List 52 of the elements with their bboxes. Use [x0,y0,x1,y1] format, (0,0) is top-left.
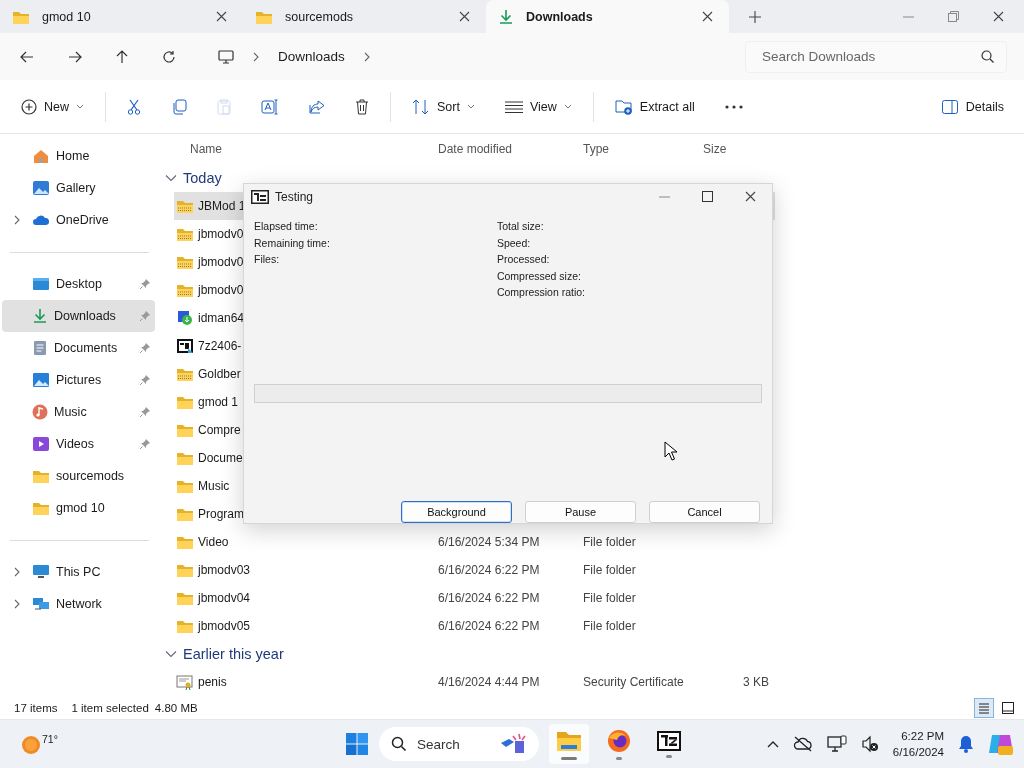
file-name: gmod 1 [198,395,239,409]
sidebar-label: Gallery [56,181,96,195]
sidebar-label: gmod 10 [56,501,105,515]
sidebar-label: Downloads [54,309,116,323]
sidebar-label: sourcemods [56,469,125,483]
file-name: jbmodv0 [198,255,244,269]
selection-size: 4.80 MB [154,702,198,714]
sidebar-label: OneDrive [56,213,109,227]
file-name: penis [198,675,227,689]
sidebar-label: This PC [56,565,101,579]
type-cell: File folder [583,563,636,577]
file-name: idman64 [198,311,245,325]
sidebar-label: Music [54,405,87,419]
field-label: Compression ratio: [496,286,585,299]
sidebar-label: Desktop [56,277,102,291]
file-name: 7z2406- [198,339,242,353]
file-name: jbmodv0 [198,227,244,241]
date-cell: 6/16/2024 6:22 PM [438,563,540,577]
type-cell: File folder [583,591,636,605]
size-cell: 3 KB [743,675,769,689]
type-cell: File folder [583,535,636,549]
file-name: Docume [198,451,243,465]
type-cell: File folder [583,619,636,633]
file-name: Music [198,479,230,493]
sidebar-label: Pictures [56,373,102,387]
file-name: Video [198,535,229,549]
field-label: Elapsed time: [254,220,319,233]
file-name: Program [198,507,244,521]
field-label: Remaining time: [254,236,330,249]
file-name: jbmodv03 [198,563,251,577]
file-name: jbmodv0 [198,283,244,297]
file-name: jbmodv05 [198,619,251,633]
item-count: 17 items [14,702,58,714]
type-cell: Security Certificate [583,675,684,689]
date-cell: 6/16/2024 6:22 PM [438,591,540,605]
date-cell: 6/16/2024 6:22 PM [438,619,540,633]
selection-count: 1 item selected [71,702,149,714]
sidebar-label: Videos [56,437,94,451]
file-name: jbmodv04 [198,591,251,605]
date-cell: 4/16/2024 4:44 PM [438,675,540,689]
file-name: Compre [198,423,241,437]
date-cell: 6/16/2024 5:34 PM [438,535,540,549]
file-name: Goldber [198,367,241,381]
field-label: Files: [254,253,281,266]
sidebar-label: Network [56,597,102,611]
field-label: Compressed size: [496,269,582,282]
field-label: Processed: [496,253,551,266]
field-label: Total size: [496,220,545,233]
sidebar-label: Home [56,149,90,163]
field-label: Speed: [496,236,532,249]
sidebar-label: Documents [54,341,118,355]
dialog-title: Testing [275,189,314,204]
